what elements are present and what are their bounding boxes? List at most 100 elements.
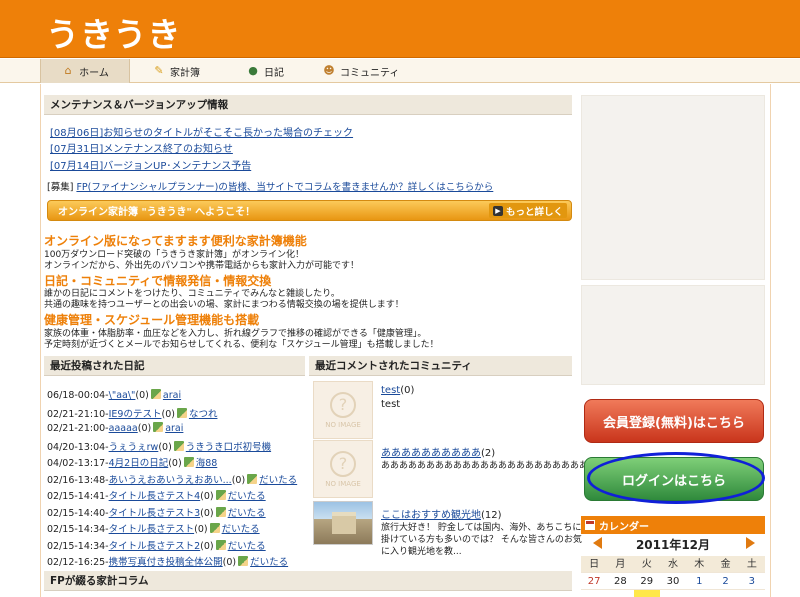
question-icon: ? [330, 450, 356, 477]
site-header: うきうき [0, 0, 800, 58]
diary-count: (0) [161, 408, 175, 420]
no-image-thumb[interactable]: ? NO IMAGE [313, 440, 373, 498]
diary-title-link[interactable]: タイトル長さテスト3 [109, 508, 201, 519]
diary-user-link[interactable]: だいたる [259, 475, 297, 486]
person-icon: ● [248, 64, 258, 77]
calendar-dow: 月 [607, 556, 634, 573]
site-logo[interactable]: うきうき [46, 8, 181, 56]
diary-date: 04/20-13:04- [47, 441, 109, 453]
calendar-day[interactable]: 27 [581, 573, 608, 590]
calendar-month: 2011年12月 [635, 537, 711, 552]
next-month-icon[interactable] [746, 537, 755, 549]
diary-title-link[interactable]: 4月2日の日記 [109, 458, 169, 469]
pencil-icon [215, 539, 226, 550]
pencil-icon: ✎ [154, 64, 164, 77]
more-details-label: もっと詳しく [505, 206, 563, 218]
diary-title-link[interactable]: aaaaa [109, 423, 138, 434]
no-image-thumb[interactable]: ? NO IMAGE [313, 381, 373, 439]
diary-row: 02/16-13:48-あいうえおあいうえおあい...(0) だいたる [47, 472, 297, 486]
diary-count: (0) [135, 390, 149, 401]
diary-count: (0) [231, 474, 246, 486]
diary-date: 02/12-16:25- [47, 557, 109, 568]
calendar-dow: 日 [581, 556, 608, 573]
diary-title-link[interactable]: タイトル長さテスト2 [109, 541, 201, 552]
community-desc: ああああああああああああああああああああああああ [381, 461, 598, 471]
diary-title-link[interactable]: \"aa\" [109, 390, 136, 401]
calendar-day[interactable]: 28 [607, 573, 634, 590]
maintenance-item[interactable]: [07月14日]バージョンUP･メンテナンス予告 [50, 157, 251, 172]
tab-kakeibo[interactable]: ✎ 家計簿 [152, 59, 200, 83]
diary-user-link[interactable]: なつれ [189, 409, 218, 420]
calendar-dow: 木 [686, 556, 713, 573]
diary-title-link[interactable]: 携帯写真付き投稿全体公開 [109, 557, 223, 568]
banner-text: オンライン家計簿 "うきうき" へようこそ！ [58, 207, 256, 218]
diary-count: (0) [200, 491, 214, 502]
calendar-day[interactable]: 29 [633, 573, 660, 590]
ad-space[interactable] [581, 285, 765, 385]
community-icon: ☻ [323, 64, 335, 77]
community-title: 最近コメントされたコミュニティ [309, 356, 572, 376]
maintenance-title: メンテナンス＆バージョンアップ情報 [44, 95, 572, 115]
tab-home[interactable]: ⌂ ホーム [40, 59, 130, 83]
community-count: (0) [400, 385, 415, 396]
calendar-day [607, 590, 633, 597]
maintenance-item[interactable]: [08月06日]お知らせのタイトルがそこそこ長かった場合のチェック [50, 124, 353, 139]
diary-row: 04/20-13:04-うぇうぇrw(0) うきうき口ボ初号機 [47, 439, 271, 453]
tab-community-label: コミュニティ [340, 67, 400, 79]
diary-date: 04/02-13:17- [47, 458, 109, 469]
ad-space[interactable] [581, 95, 765, 280]
community-item: test(0) [381, 385, 414, 396]
diary-title-link[interactable]: タイトル長さテスト4 [109, 491, 201, 502]
question-icon: ? [330, 391, 356, 418]
diary-date: 02/21-21:00- [47, 423, 109, 434]
calendar-day[interactable]: 1 [686, 573, 713, 590]
diary-user-link[interactable]: だいたる [222, 524, 260, 535]
recruit-link[interactable]: FP(ファイナンシャルプランナー)の皆様、当サイトでコラムを書きませんか？詳しく… [76, 182, 493, 193]
diary-title-link[interactable]: うぇうぇrw [109, 442, 159, 453]
diary-date: 02/21-21:10- [47, 408, 109, 420]
maintenance-item[interactable]: [07月31日]メンテナンス終了のお知らせ [50, 140, 233, 155]
diary-user-link[interactable]: arai [165, 423, 183, 434]
diary-date: 06/18-00:04- [47, 390, 109, 401]
welcome-banner: オンライン家計簿 "うきうき" へようこそ！ ▶ もっと詳しく [47, 200, 572, 221]
diary-row: 02/15-14:40-タイトル長さテスト3(0) だいたる [47, 505, 266, 519]
pencil-icon [153, 422, 164, 432]
calendar-day[interactable]: 30 [659, 573, 687, 590]
diary-row: 06/18-00:04-\"aa\"(0) arai [47, 389, 181, 401]
diary-row: 02/15-14:41-タイトル長さテスト4(0) だいたる [47, 488, 266, 502]
diary-user-link[interactable]: だいたる [228, 541, 266, 552]
calendar-day[interactable]: 3 [738, 573, 765, 590]
diary-date: 02/16-13:48- [47, 474, 109, 486]
calendar-day[interactable]: 2 [712, 573, 739, 590]
calendar-today [633, 590, 660, 597]
sightseeing-photo[interactable] [313, 501, 373, 545]
diary-user-link[interactable]: arai [163, 390, 181, 401]
diary-user-link[interactable]: 海88 [196, 458, 218, 469]
diary-user-link[interactable]: だいたる [228, 508, 266, 519]
calendar-icon [585, 520, 595, 530]
tab-kakeibo-label: 家計簿 [170, 67, 200, 79]
diary-count: (0) [158, 441, 172, 453]
pencil-icon [150, 389, 161, 399]
recruit-prefix: [募集] [47, 182, 77, 193]
main-nav: ⌂ ホーム ✎ 家計簿 ● 日記 ☻ コミュニティ [0, 59, 800, 83]
tab-diary[interactable]: ● 日記 [246, 59, 284, 83]
calendar-day [581, 590, 607, 597]
feature-text: オンラインだから、外出先のパソコンや携帯電話からも家計入力が可能です！ [44, 261, 360, 271]
diary-title-link[interactable]: IE9のテスト [109, 409, 162, 420]
diary-title-link[interactable]: タイトル長さテスト [109, 524, 195, 535]
community-link[interactable]: test [381, 385, 400, 396]
more-details-button[interactable]: ▶ もっと詳しく [488, 203, 567, 218]
home-icon: ⌂ [64, 64, 72, 77]
calendar-header: カレンダー [581, 516, 765, 534]
diary-user-link[interactable]: だいたる [228, 491, 266, 502]
diary-user-link[interactable]: だいたる [250, 557, 288, 568]
diary-row: 02/21-21:00-aaaaa(0) arai [47, 422, 183, 434]
register-button[interactable]: 会員登録(無料)はこちら [584, 399, 764, 443]
calendar-dow: 金 [712, 556, 739, 573]
building-shape [332, 512, 356, 534]
diary-user-link[interactable]: うきうき口ボ初号機 [186, 442, 271, 453]
diary-title-link[interactable]: あいうえおあいうえおあい... [109, 475, 232, 486]
prev-month-icon[interactable] [593, 537, 602, 549]
tab-community[interactable]: ☻ コミュニティ [322, 59, 399, 83]
